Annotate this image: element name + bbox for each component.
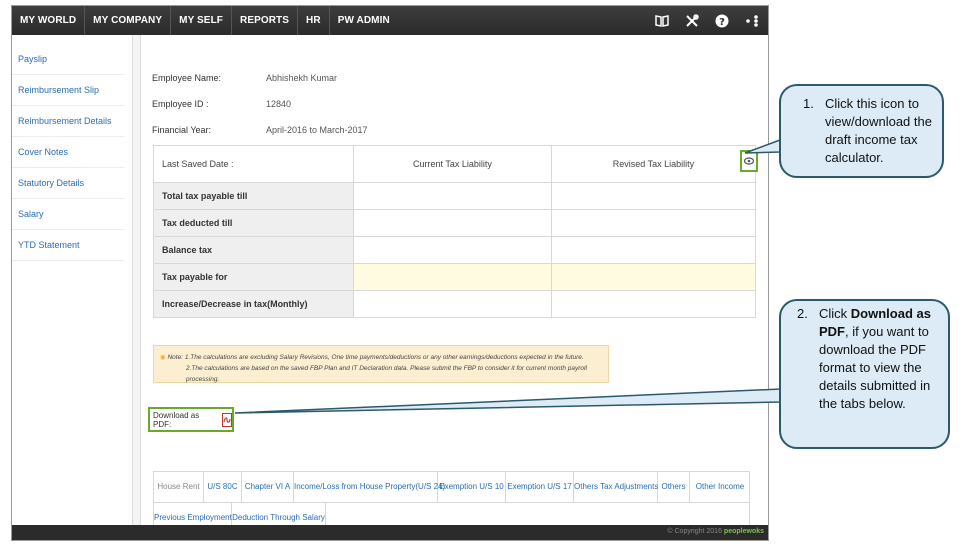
callout-2-number: 2. [797,306,808,321]
callout-connectors [234,138,782,414]
callout-2: 2. Click Download as PDF, if you want to… [779,299,950,449]
callout-1-text: Click this icon to view/download the dra… [825,96,932,165]
callout-2-pointer [234,388,782,414]
callout-2-text-pre: Click [819,306,851,321]
callout-2-text: Click Download as PDF, if you want to do… [819,305,947,413]
screenshot-root: MY WORLD MY COMPANY MY SELF REPORTS HR P… [0,0,963,548]
callout-1-number: 1. [803,96,814,111]
callout-1-pointer [744,138,781,154]
callout-1: 1. Click this icon to view/download the … [779,84,944,178]
